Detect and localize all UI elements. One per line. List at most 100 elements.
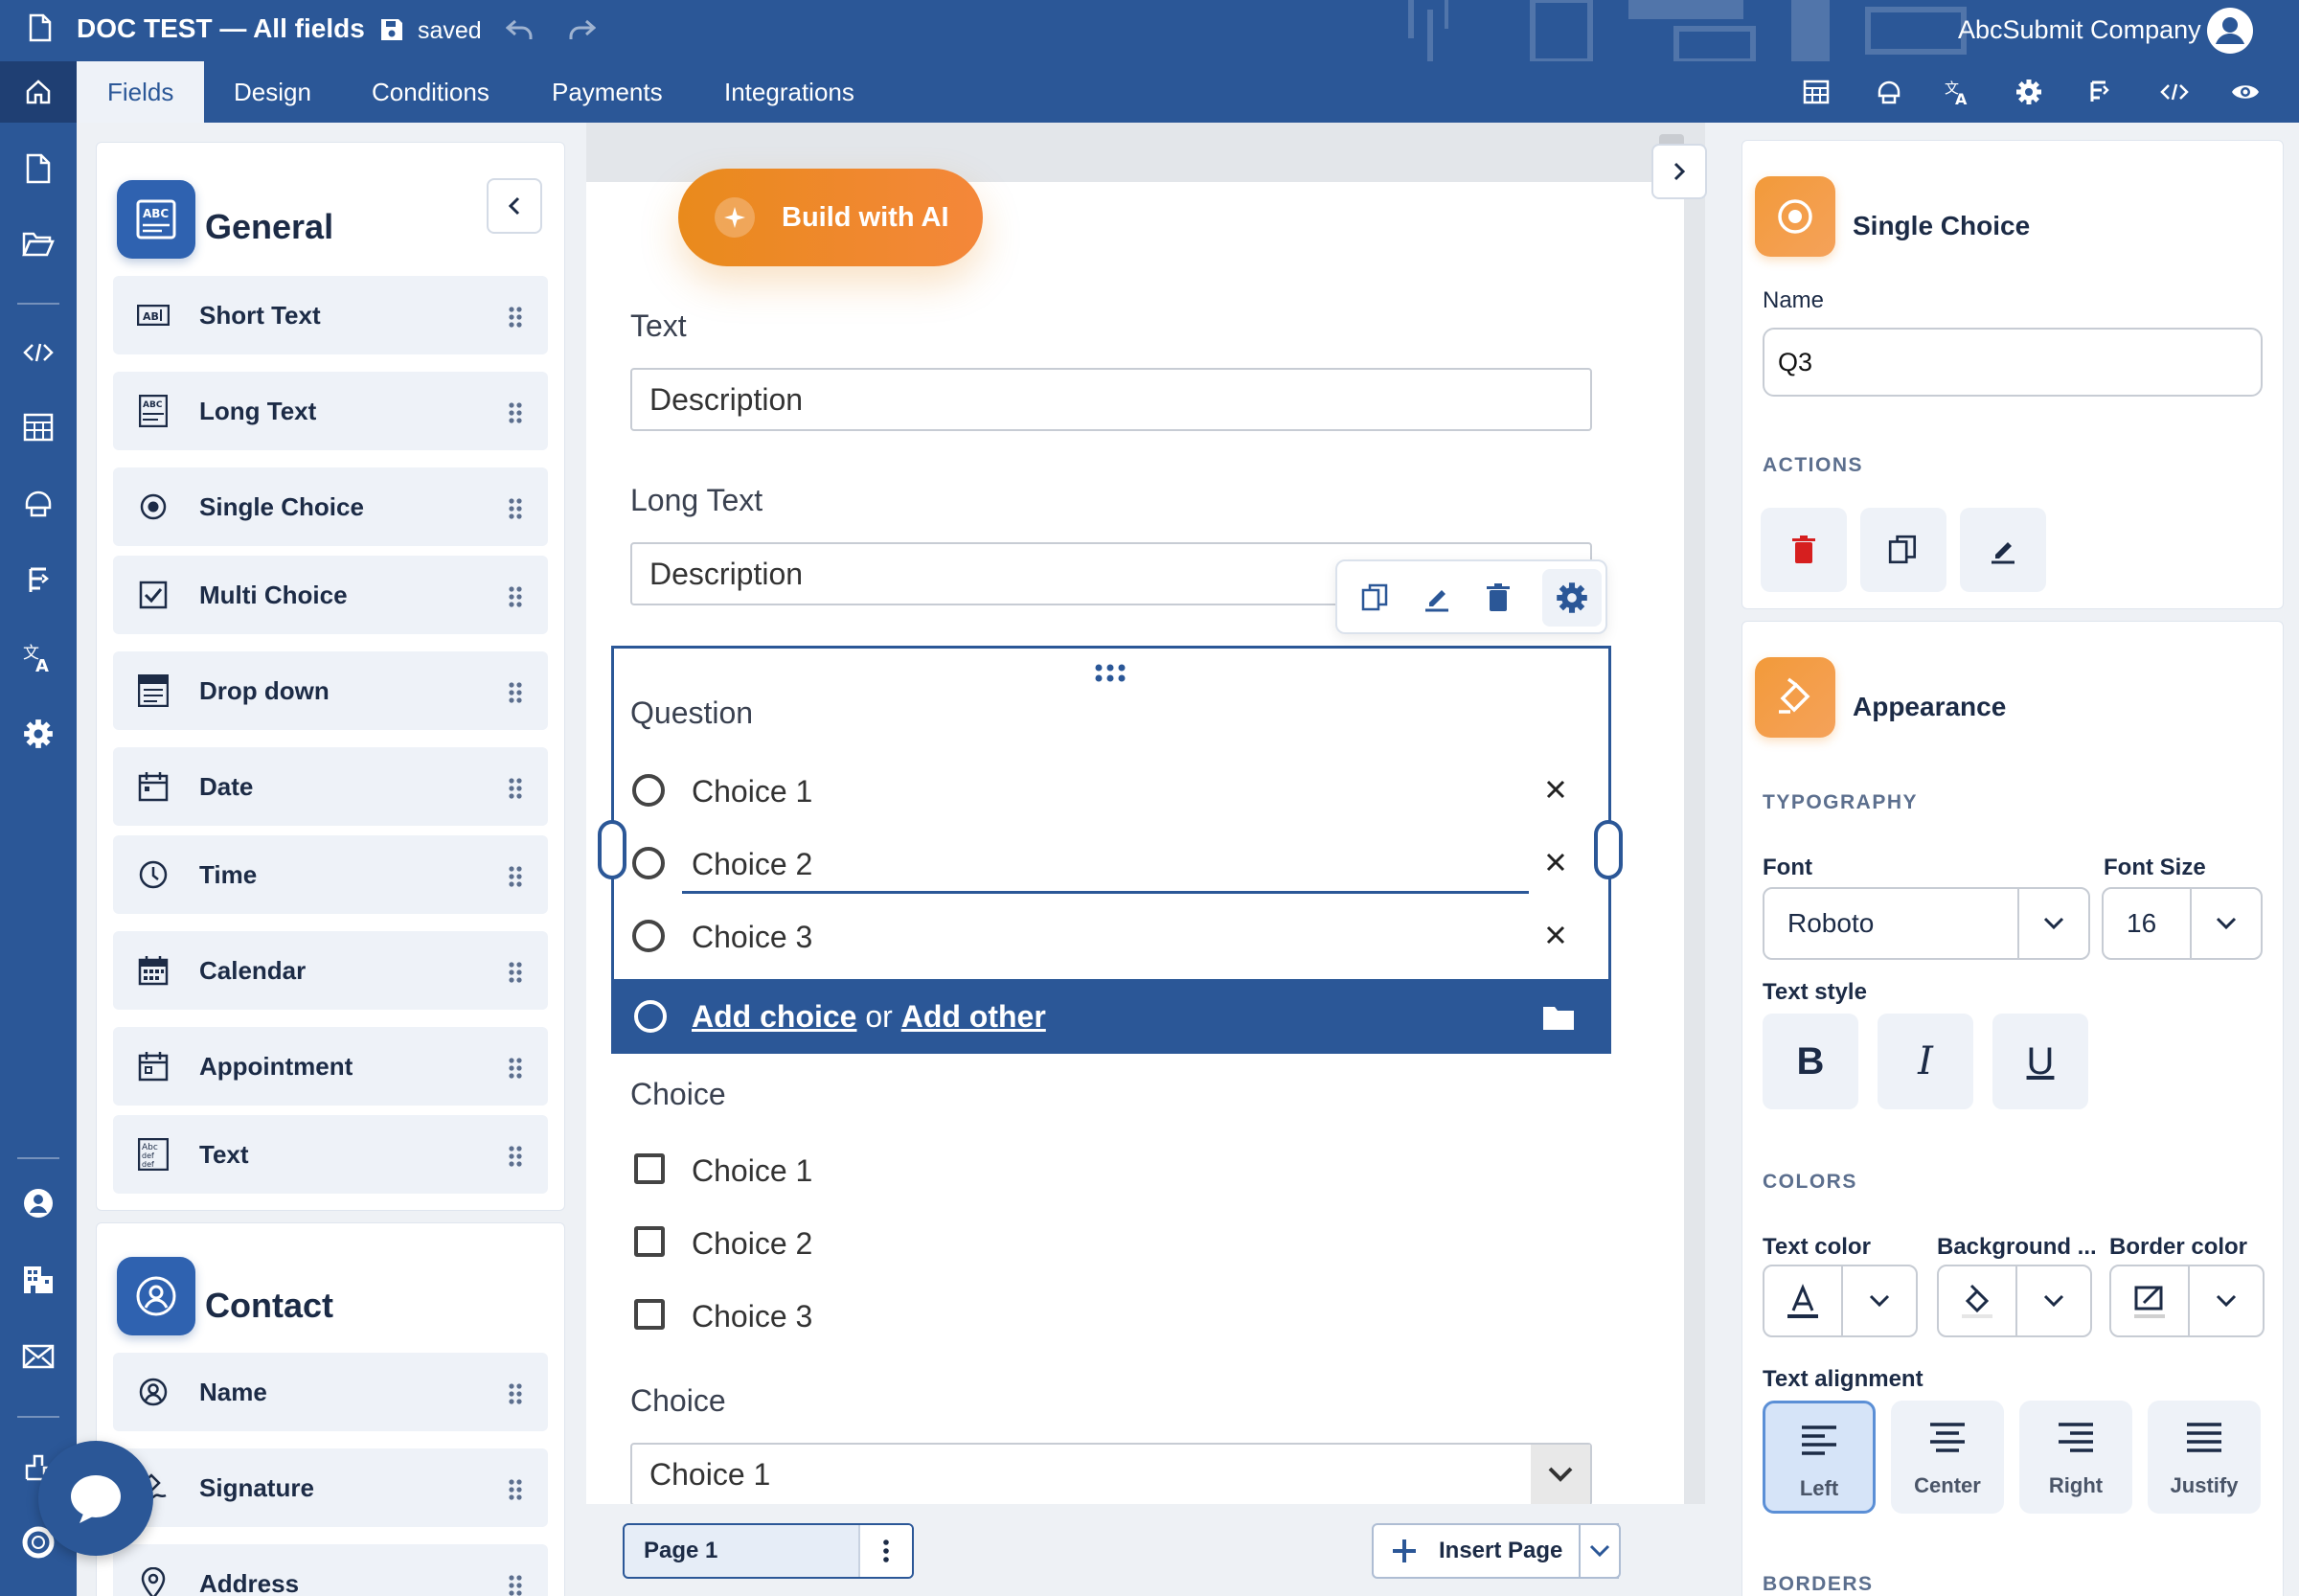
field-type-time[interactable]: Time <box>113 835 548 914</box>
tab-design[interactable]: Design <box>203 61 342 123</box>
tab-payments[interactable]: Payments <box>521 61 694 123</box>
delete-field-button[interactable] <box>1761 508 1847 592</box>
drag-grip-icon[interactable] <box>508 497 523 520</box>
chat-support-button[interactable] <box>38 1441 153 1556</box>
drag-grip-icon[interactable] <box>508 961 523 984</box>
home-button[interactable] <box>0 61 77 123</box>
field-type-date[interactable]: Date <box>113 747 548 826</box>
field-type-name[interactable]: Name <box>113 1353 548 1431</box>
field-type-address[interactable]: Address <box>113 1544 548 1596</box>
drag-grip-icon[interactable] <box>508 585 523 608</box>
edit-icon[interactable] <box>1418 579 1456 617</box>
translate-icon[interactable]: 文A <box>1943 77 1973 107</box>
field-settings-button[interactable] <box>1542 569 1602 627</box>
choice-text[interactable]: Choice 3 <box>692 908 812 966</box>
align-left-button[interactable]: Left <box>1763 1401 1876 1514</box>
user-icon[interactable] <box>21 1186 56 1220</box>
choice-text[interactable]: Choice 1 <box>692 763 812 820</box>
expand-panel-button[interactable] <box>1651 144 1707 199</box>
code-icon[interactable] <box>21 335 56 370</box>
underline-button[interactable]: U <box>1992 1014 2088 1109</box>
code-icon[interactable] <box>2159 77 2190 107</box>
border-color-picker[interactable] <box>2109 1265 2265 1337</box>
question-choice-1[interactable]: Choice 1 <box>632 763 1590 820</box>
field-type-short-text[interactable]: AB Short Text <box>113 276 548 354</box>
folder-icon[interactable] <box>21 226 56 261</box>
dropdown-field-select[interactable]: Choice 1 <box>630 1443 1592 1506</box>
drag-grip-icon[interactable] <box>508 865 523 888</box>
theme-icon[interactable] <box>21 487 56 521</box>
name-input[interactable]: Q3 <box>1763 328 2263 397</box>
tab-fields[interactable]: Fields <box>77 61 205 123</box>
translate-icon[interactable]: 文A <box>21 640 56 674</box>
redo-icon[interactable] <box>567 17 596 42</box>
field-type-text[interactable]: Abc def def Text <box>113 1115 548 1194</box>
align-center-button[interactable]: Center <box>1891 1401 2004 1514</box>
align-right-button[interactable]: Right <box>2019 1401 2132 1514</box>
drag-grip-icon[interactable] <box>508 1057 523 1080</box>
text-color-picker[interactable] <box>1763 1265 1918 1337</box>
bold-button[interactable]: B <box>1763 1014 1858 1109</box>
question-choice-2[interactable]: Choice 2 <box>632 835 1590 893</box>
field-type-single-choice[interactable]: Single Choice <box>113 467 548 546</box>
resize-handle-right[interactable] <box>1594 820 1623 879</box>
radio-button[interactable] <box>632 847 665 879</box>
remove-choice-icon[interactable] <box>1544 923 1567 946</box>
radio-button[interactable] <box>632 920 665 952</box>
document-title[interactable]: DOC TEST — All fields <box>77 13 365 44</box>
font-select[interactable]: Roboto <box>1763 887 2090 960</box>
gear-icon[interactable] <box>21 717 56 751</box>
text-field-input[interactable]: Description <box>630 368 1592 431</box>
add-choice-link[interactable]: Add choice <box>692 999 856 1034</box>
align-justify-button[interactable]: Justify <box>2148 1401 2261 1514</box>
build-with-ai-button[interactable]: Build with AI <box>678 169 983 266</box>
page-menu-button[interactable] <box>858 1525 912 1577</box>
building-icon[interactable] <box>21 1263 56 1297</box>
radio-button[interactable] <box>632 774 665 807</box>
gear-icon[interactable] <box>2014 77 2044 107</box>
checkbox-choice-3[interactable]: Choice 3 <box>632 1288 1590 1345</box>
field-type-signature[interactable]: Signature <box>113 1448 548 1527</box>
question-choice-3[interactable]: Choice 3 <box>632 908 1590 966</box>
drag-grip-icon[interactable] <box>508 1574 523 1596</box>
drag-grip-icon[interactable] <box>508 1382 523 1405</box>
remove-choice-icon[interactable] <box>1544 778 1567 801</box>
folder-icon[interactable] <box>1542 1004 1575 1031</box>
drag-grip-icon[interactable] <box>508 1478 523 1501</box>
checkbox[interactable] <box>634 1153 665 1184</box>
collapse-panel-button[interactable] <box>487 178 542 234</box>
delete-icon[interactable] <box>1479 579 1517 617</box>
tab-conditions[interactable]: Conditions <box>341 61 520 123</box>
drag-grip-icon[interactable] <box>508 777 523 800</box>
font-size-select[interactable]: 16 <box>2102 887 2263 960</box>
field-type-drop-down[interactable]: Drop down <box>113 651 548 730</box>
avatar-icon[interactable] <box>2205 6 2255 56</box>
table-icon[interactable] <box>21 410 56 445</box>
field-type-multi-choice[interactable]: Multi Choice <box>113 556 548 634</box>
edit-field-button[interactable] <box>1960 508 2046 592</box>
eye-icon[interactable] <box>2230 77 2261 107</box>
page-tab-1[interactable]: Page 1 <box>623 1523 914 1579</box>
insert-page-dropdown[interactable] <box>1579 1523 1621 1579</box>
drag-handle-icon[interactable] <box>1094 663 1127 684</box>
checkbox-choice-2[interactable]: Choice 2 <box>632 1215 1590 1272</box>
remove-choice-icon[interactable] <box>1544 851 1567 874</box>
checkbox-choice-1[interactable]: Choice 1 <box>632 1142 1590 1199</box>
flow-icon[interactable] <box>2084 77 2115 107</box>
duplicate-icon[interactable] <box>1356 579 1395 617</box>
add-other-link[interactable]: Add other <box>901 999 1046 1034</box>
flow-icon[interactable] <box>21 563 56 598</box>
undo-icon[interactable] <box>506 17 535 42</box>
resize-handle-left[interactable] <box>598 820 626 879</box>
background-color-picker[interactable] <box>1937 1265 2092 1337</box>
italic-button[interactable]: I <box>1878 1014 1973 1109</box>
document-icon[interactable] <box>21 151 56 186</box>
drag-grip-icon[interactable] <box>508 1145 523 1168</box>
drag-grip-icon[interactable] <box>508 306 523 329</box>
tab-integrations[interactable]: Integrations <box>694 61 885 123</box>
drag-grip-icon[interactable] <box>508 401 523 424</box>
checkbox[interactable] <box>634 1299 665 1330</box>
table-icon[interactable] <box>1801 77 1832 107</box>
field-type-calendar[interactable]: Calendar <box>113 931 548 1010</box>
company-name[interactable]: AbcSubmit Company <box>1958 15 2201 45</box>
